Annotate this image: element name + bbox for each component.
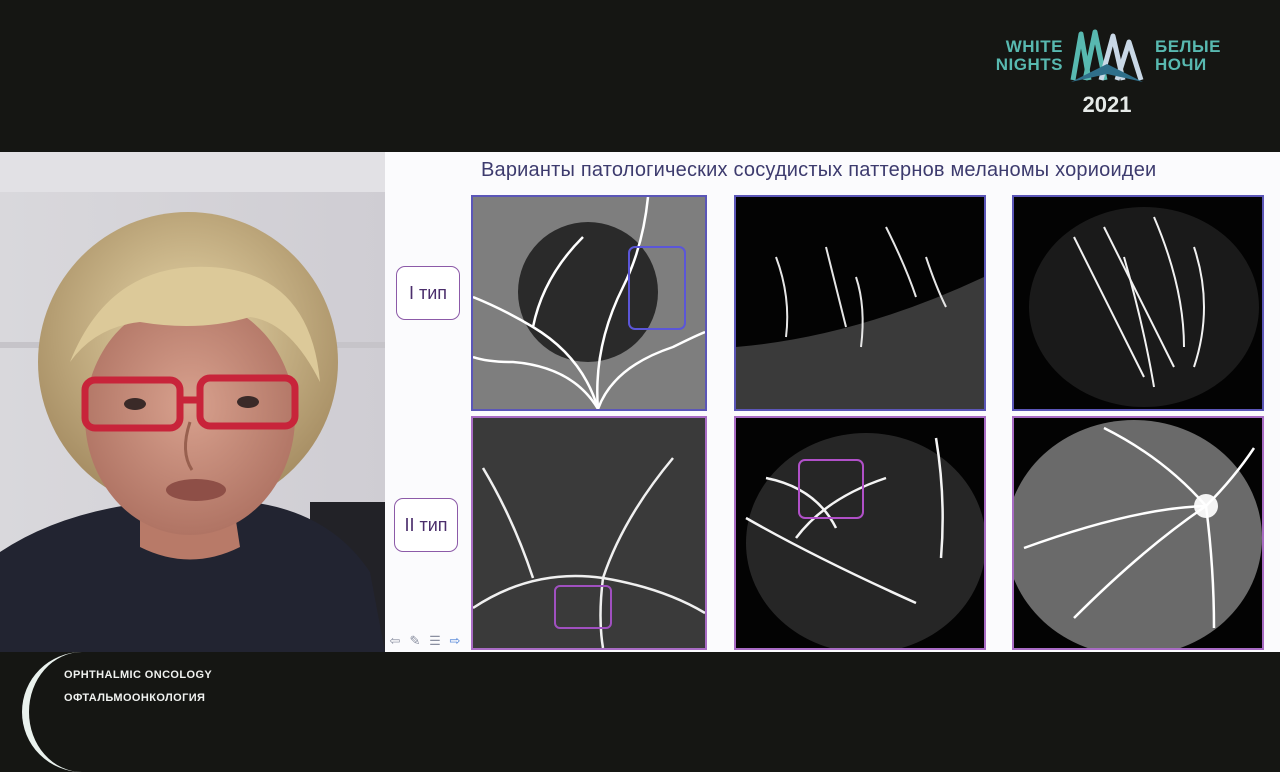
- speaker-video: [0, 152, 385, 652]
- angiogram-image-2: [734, 195, 986, 411]
- pen-icon[interactable]: ✎: [407, 634, 423, 648]
- angiogram-image-1: [471, 195, 707, 411]
- bottom-bar: OPHTHALMIC ONCOLOGY ОФТАЛЬМООНКОЛОГИЯ: [0, 652, 1280, 772]
- type-1-label: I тип: [396, 266, 460, 320]
- menu-icon[interactable]: ☰: [427, 634, 443, 648]
- angiogram-image-3: [1012, 195, 1264, 411]
- logo-text-left: WHITE NIGHTS: [995, 37, 1063, 74]
- logo-text-right: БЕЛЫЕ НОЧИ: [1155, 37, 1221, 74]
- slide-controls: ⇦ ✎ ☰ ⇨: [387, 634, 463, 650]
- logo-mark-icon: [1070, 29, 1144, 82]
- section-title-en: OPHTHALMIC ONCOLOGY: [64, 669, 213, 681]
- angiogram-image-6: [1012, 416, 1264, 650]
- logo-year: 2021: [1082, 92, 1132, 117]
- top-bar: WHITE NIGHTS БЕЛЫЕ НОЧИ 2021: [0, 0, 1280, 152]
- slide-title: Варианты патологических сосудистых патте…: [481, 159, 1157, 181]
- angiogram-image-4: [471, 416, 707, 650]
- presentation-slide: Варианты патологических сосудистых патте…: [385, 152, 1280, 652]
- back-arrow-icon[interactable]: ⇦: [387, 634, 403, 648]
- type-2-label: II тип: [394, 498, 458, 552]
- forward-arrow-icon[interactable]: ⇨: [447, 634, 463, 648]
- angiogram-image-5: [734, 416, 986, 650]
- section-title-ru: ОФТАЛЬМООНКОЛОГИЯ: [64, 692, 206, 704]
- conference-logo: WHITE NIGHTS БЕЛЫЕ НОЧИ 2021: [985, 22, 1235, 122]
